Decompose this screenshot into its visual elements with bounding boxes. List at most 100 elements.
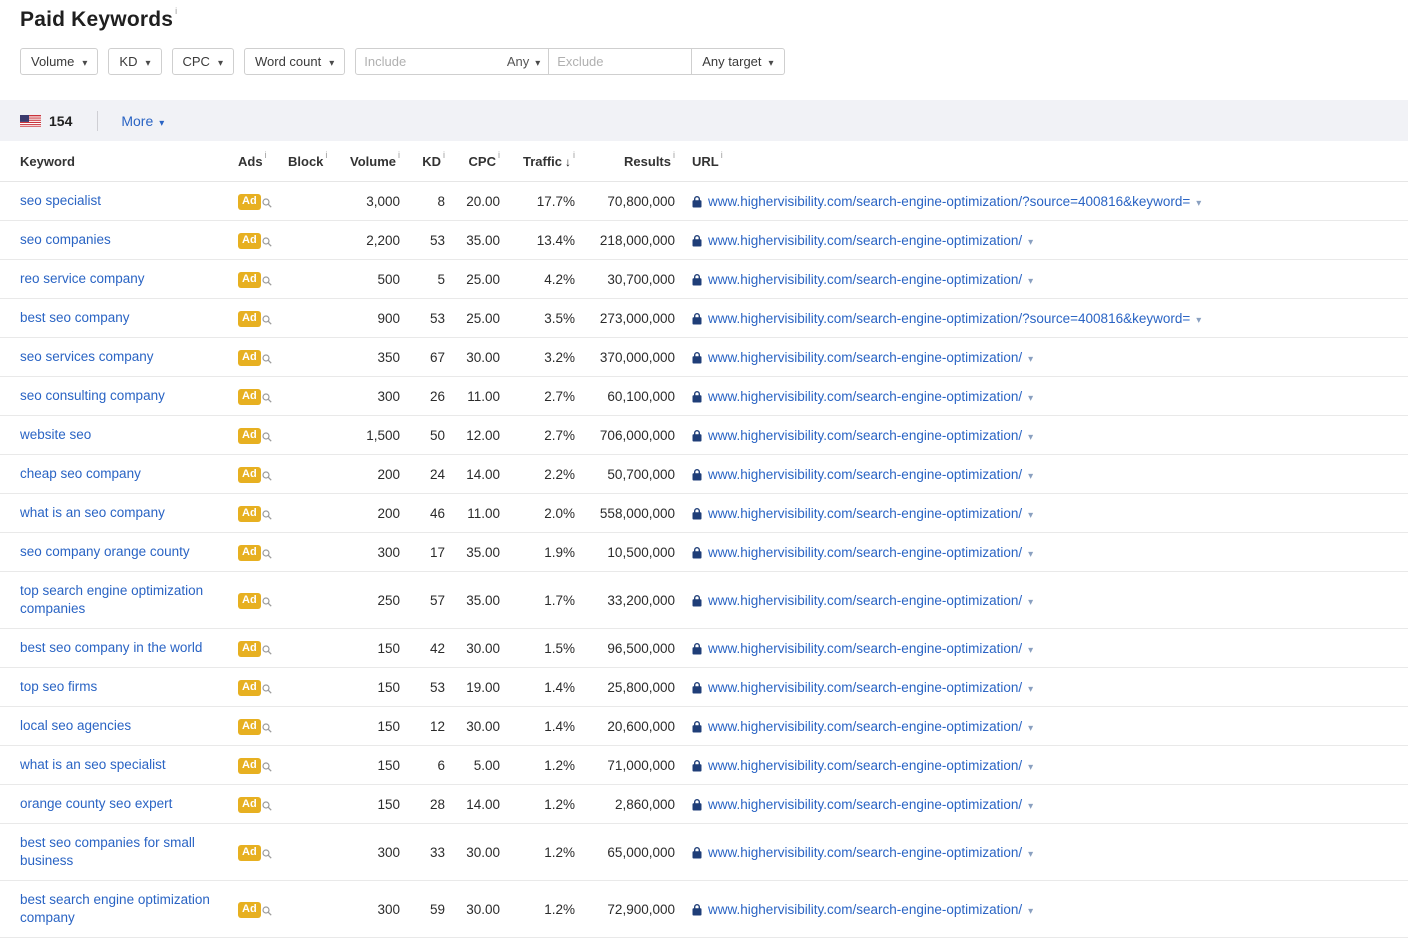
url-link[interactable]: www.highervisibility.com/search-engine-o…: [708, 350, 1022, 365]
keyword-link[interactable]: seo companies: [20, 232, 111, 247]
serp-magnifier-icon[interactable]: [262, 762, 272, 772]
serp-magnifier-icon[interactable]: [262, 723, 272, 733]
serp-magnifier-icon[interactable]: [262, 393, 272, 403]
keyword-link[interactable]: orange county seo expert: [20, 796, 172, 811]
keyword-link[interactable]: top search engine optimization companies: [20, 583, 203, 616]
url-link[interactable]: www.highervisibility.com/search-engine-o…: [708, 545, 1022, 560]
ad-badge[interactable]: Ad: [238, 593, 261, 609]
url-link[interactable]: www.highervisibility.com/search-engine-o…: [708, 719, 1022, 734]
url-link[interactable]: www.highervisibility.com/search-engine-o…: [708, 311, 1190, 326]
ad-badge[interactable]: Ad: [238, 845, 261, 861]
url-dropdown-icon[interactable]: [1028, 506, 1033, 521]
url-link[interactable]: www.highervisibility.com/search-engine-o…: [708, 758, 1022, 773]
serp-magnifier-icon[interactable]: [262, 549, 272, 559]
ad-badge[interactable]: Ad: [238, 758, 261, 774]
url-dropdown-icon[interactable]: [1028, 389, 1033, 404]
serp-magnifier-icon[interactable]: [262, 276, 272, 286]
ad-badge[interactable]: Ad: [238, 680, 261, 696]
serp-magnifier-icon[interactable]: [262, 237, 272, 247]
keyword-link[interactable]: best seo company in the world: [20, 640, 202, 655]
cpc-filter-button[interactable]: CPC: [172, 48, 234, 75]
serp-magnifier-icon[interactable]: [262, 471, 272, 481]
ad-badge[interactable]: Ad: [238, 545, 261, 561]
target-filter-button[interactable]: Any target: [692, 48, 784, 75]
keyword-link[interactable]: best seo companies for small business: [20, 835, 195, 868]
url-link[interactable]: www.highervisibility.com/search-engine-o…: [708, 593, 1022, 608]
column-header-volume[interactable]: Volumei: [348, 141, 400, 182]
url-dropdown-icon[interactable]: [1028, 797, 1033, 812]
column-header-kd[interactable]: KDi: [400, 141, 445, 182]
url-link[interactable]: www.highervisibility.com/search-engine-o…: [708, 680, 1022, 695]
url-link[interactable]: www.highervisibility.com/search-engine-o…: [708, 902, 1022, 917]
url-dropdown-icon[interactable]: [1028, 593, 1033, 608]
serp-magnifier-icon[interactable]: [262, 801, 272, 811]
url-link[interactable]: www.highervisibility.com/search-engine-o…: [708, 272, 1022, 287]
ad-badge[interactable]: Ad: [238, 797, 261, 813]
column-header-results[interactable]: Resultsi: [575, 141, 675, 182]
serp-magnifier-icon[interactable]: [262, 432, 272, 442]
volume-filter-button[interactable]: Volume: [20, 48, 98, 75]
url-link[interactable]: www.highervisibility.com/search-engine-o…: [708, 428, 1022, 443]
exclude-input[interactable]: [557, 54, 683, 69]
url-dropdown-icon[interactable]: [1028, 428, 1033, 443]
url-dropdown-icon[interactable]: [1028, 845, 1033, 860]
keyword-link[interactable]: best seo company: [20, 310, 130, 325]
url-dropdown-icon[interactable]: [1028, 641, 1033, 656]
kd-filter-button[interactable]: KD: [108, 48, 161, 75]
serp-magnifier-icon[interactable]: [262, 354, 272, 364]
url-dropdown-icon[interactable]: [1028, 902, 1033, 917]
keyword-link[interactable]: what is an seo company: [20, 505, 165, 520]
word-count-filter-button[interactable]: Word count: [244, 48, 345, 75]
ad-badge[interactable]: Ad: [238, 272, 261, 288]
column-header-cpc[interactable]: CPCi: [445, 141, 500, 182]
include-mode-dropdown[interactable]: Any: [507, 54, 540, 69]
url-dropdown-icon[interactable]: [1028, 233, 1033, 248]
column-header-ads[interactable]: Adsi: [238, 141, 288, 182]
keyword-link[interactable]: reo service company: [20, 271, 145, 286]
keyword-link[interactable]: cheap seo company: [20, 466, 141, 481]
serp-magnifier-icon[interactable]: [262, 645, 272, 655]
serp-magnifier-icon[interactable]: [262, 849, 272, 859]
column-header-block[interactable]: Blocki: [288, 141, 348, 182]
url-dropdown-icon[interactable]: [1196, 311, 1201, 326]
keyword-link[interactable]: what is an seo specialist: [20, 757, 166, 772]
include-input[interactable]: [364, 54, 507, 69]
serp-magnifier-icon[interactable]: [262, 510, 272, 520]
url-dropdown-icon[interactable]: [1028, 467, 1033, 482]
ad-badge[interactable]: Ad: [238, 311, 261, 327]
keyword-link[interactable]: seo company orange county: [20, 544, 190, 559]
keyword-link[interactable]: seo specialist: [20, 193, 101, 208]
url-link[interactable]: www.highervisibility.com/search-engine-o…: [708, 194, 1190, 209]
url-link[interactable]: www.highervisibility.com/search-engine-o…: [708, 641, 1022, 656]
ad-badge[interactable]: Ad: [238, 902, 261, 918]
serp-magnifier-icon[interactable]: [262, 198, 272, 208]
url-link[interactable]: www.highervisibility.com/search-engine-o…: [708, 467, 1022, 482]
url-dropdown-icon[interactable]: [1196, 194, 1201, 209]
url-link[interactable]: www.highervisibility.com/search-engine-o…: [708, 233, 1022, 248]
url-dropdown-icon[interactable]: [1028, 272, 1033, 287]
url-dropdown-icon[interactable]: [1028, 350, 1033, 365]
ad-badge[interactable]: Ad: [238, 467, 261, 483]
ad-badge[interactable]: Ad: [238, 719, 261, 735]
serp-magnifier-icon[interactable]: [262, 906, 272, 916]
url-dropdown-icon[interactable]: [1028, 758, 1033, 773]
ad-badge[interactable]: Ad: [238, 641, 261, 657]
url-link[interactable]: www.highervisibility.com/search-engine-o…: [708, 845, 1022, 860]
more-dropdown[interactable]: More: [121, 113, 164, 129]
serp-magnifier-icon[interactable]: [262, 684, 272, 694]
ad-badge[interactable]: Ad: [238, 233, 261, 249]
ad-badge[interactable]: Ad: [238, 194, 261, 210]
url-dropdown-icon[interactable]: [1028, 719, 1033, 734]
url-link[interactable]: www.highervisibility.com/search-engine-o…: [708, 797, 1022, 812]
ad-badge[interactable]: Ad: [238, 506, 261, 522]
keyword-link[interactable]: seo consulting company: [20, 388, 165, 403]
keyword-link[interactable]: top seo firms: [20, 679, 97, 694]
serp-magnifier-icon[interactable]: [262, 597, 272, 607]
ad-badge[interactable]: Ad: [238, 350, 261, 366]
keyword-link[interactable]: seo services company: [20, 349, 154, 364]
url-dropdown-icon[interactable]: [1028, 680, 1033, 695]
serp-magnifier-icon[interactable]: [262, 315, 272, 325]
keyword-link[interactable]: best search engine optimization company: [20, 892, 210, 925]
ad-badge[interactable]: Ad: [238, 428, 261, 444]
keyword-link[interactable]: website seo: [20, 427, 91, 442]
